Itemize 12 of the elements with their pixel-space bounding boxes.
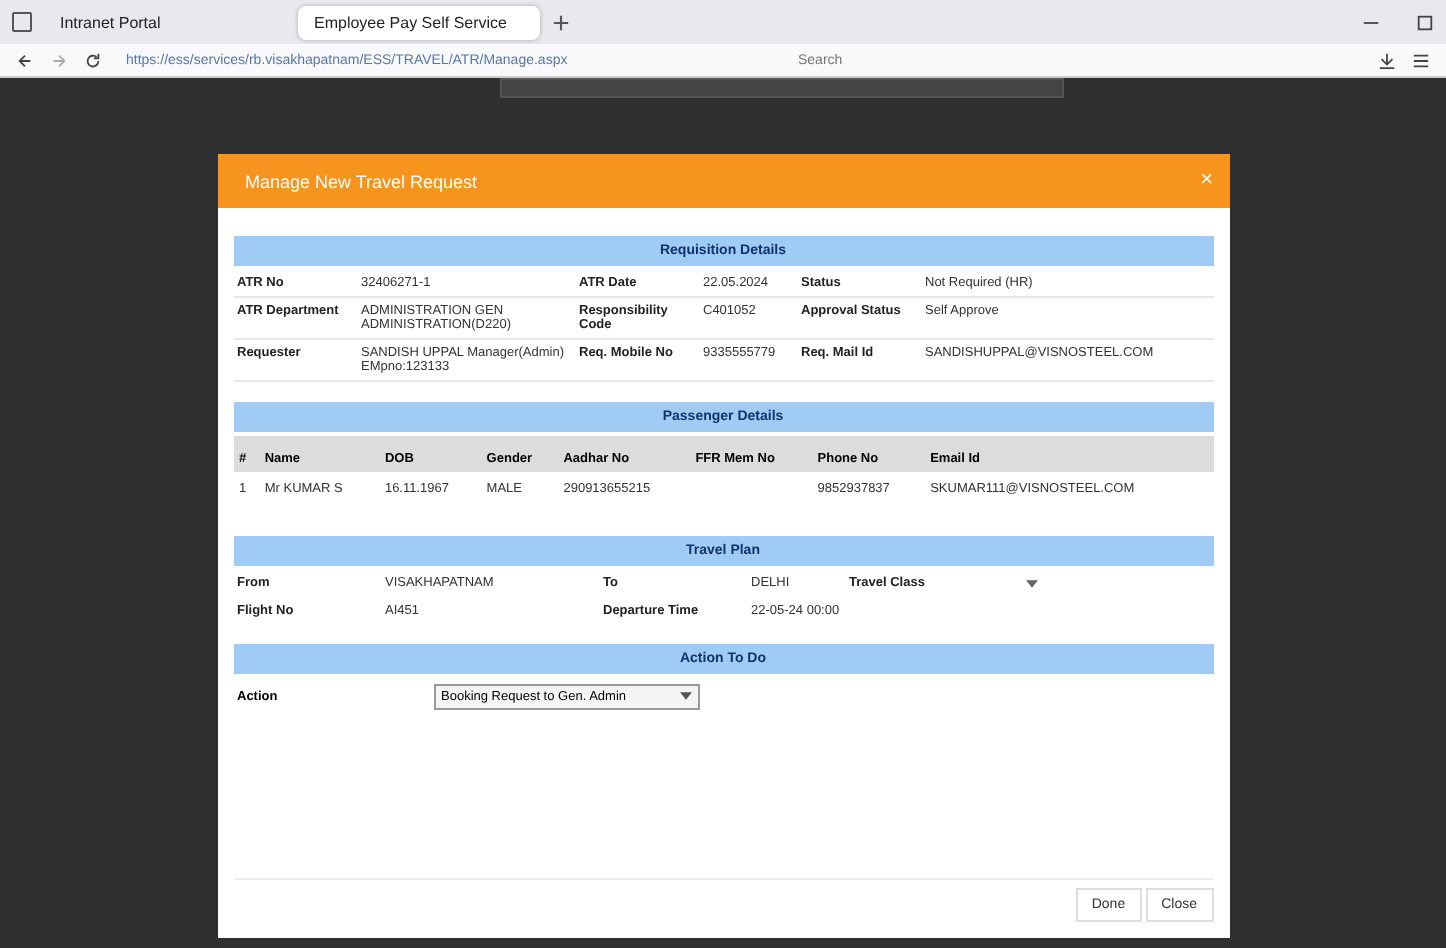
new-tab-icon[interactable]: [552, 13, 570, 31]
reload-icon[interactable]: [84, 51, 102, 69]
caret-icon: [679, 692, 691, 700]
download-icon[interactable]: [1378, 51, 1396, 69]
browser-tab[interactable]: Employee Pay Self Service: [298, 5, 540, 39]
tab-list-icon[interactable]: [12, 12, 32, 32]
modal-title: Manage New Travel Request: [245, 171, 478, 191]
back-icon[interactable]: [16, 51, 34, 69]
browser-tab[interactable]: Intranet Portal: [44, 5, 286, 39]
caret-icon: [1025, 579, 1037, 587]
menu-icon[interactable]: [1412, 51, 1430, 69]
maximize-icon[interactable]: [1416, 13, 1434, 31]
